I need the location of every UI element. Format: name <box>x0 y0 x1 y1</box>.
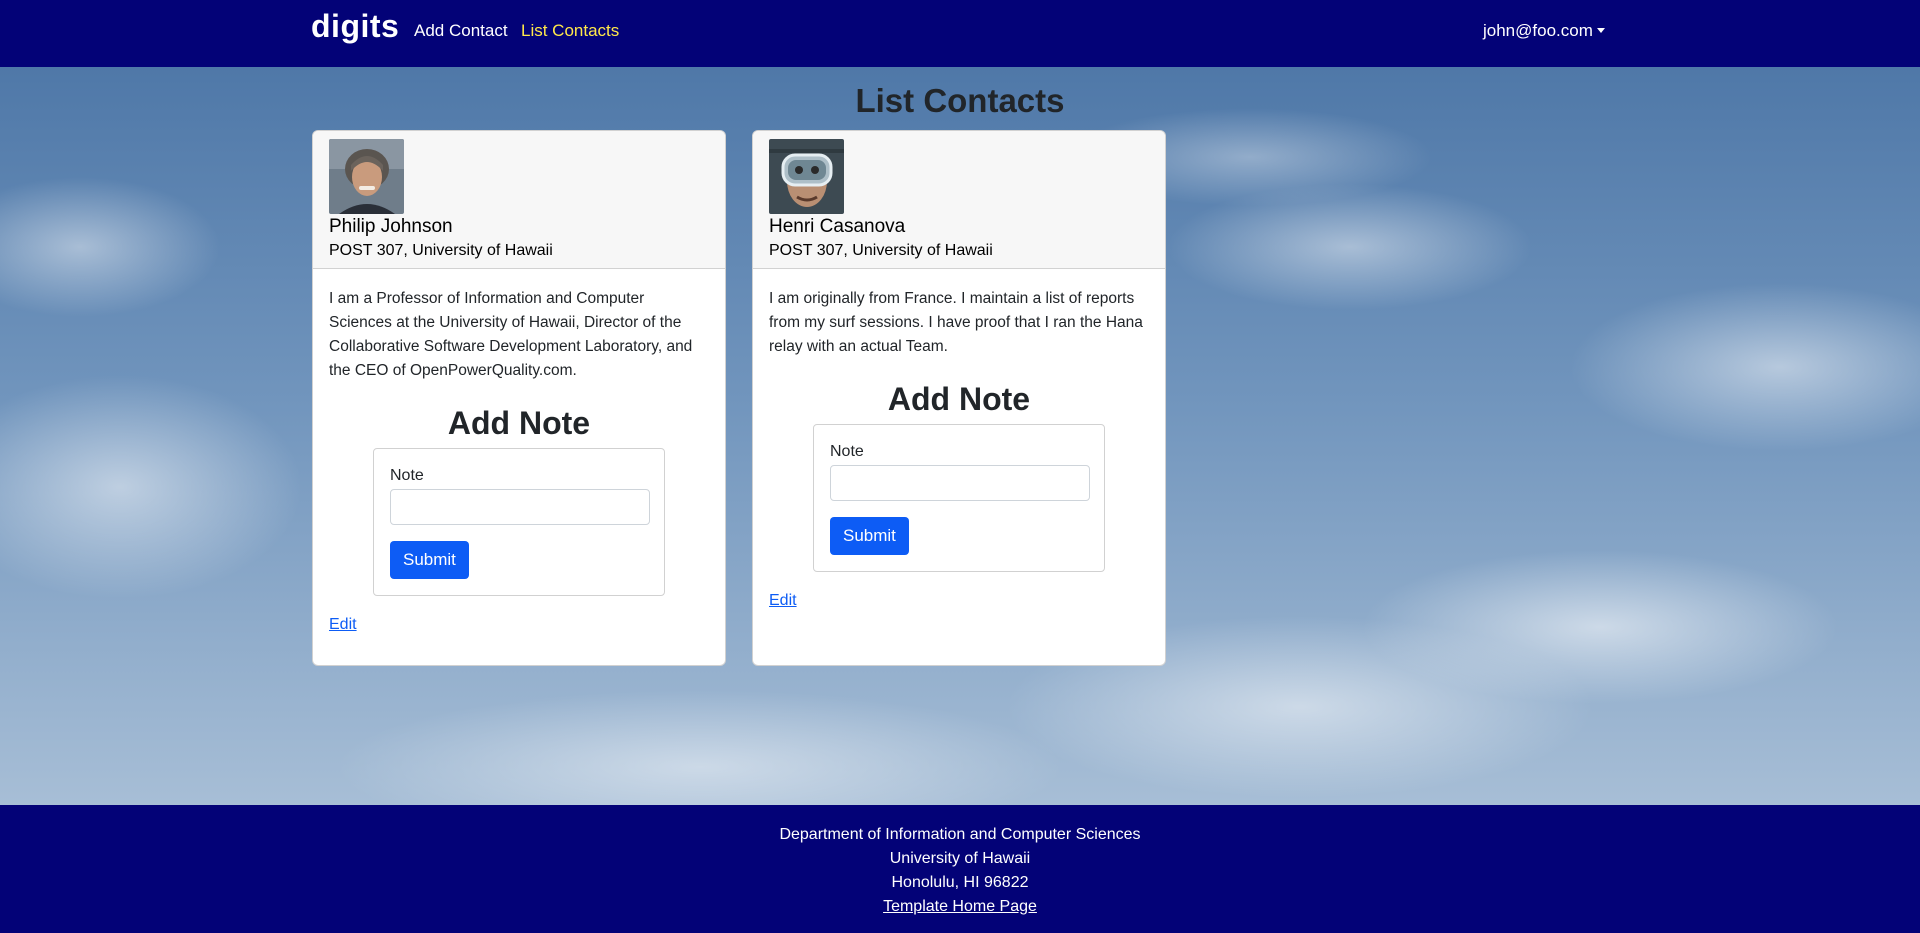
top-navbar: digits Add Contact List Contacts john@fo… <box>0 0 1920 67</box>
card-header: Henri Casanova POST 307, University of H… <box>753 131 1165 269</box>
note-input[interactable] <box>390 489 650 525</box>
add-note-title: Add Note <box>447 405 591 441</box>
caret-down-icon <box>1596 28 1605 33</box>
contact-name: Philip Johnson <box>329 216 453 237</box>
edit-link[interactable]: Edit <box>329 616 357 634</box>
card-body: I am a Professor of Information and Comp… <box>313 269 725 634</box>
user-email: john@foo.com <box>1483 21 1593 40</box>
edit-link[interactable]: Edit <box>769 592 797 610</box>
contact-description: I am a Professor of Information and Comp… <box>329 290 693 379</box>
portrait-photo-icon <box>329 139 404 214</box>
note-label: Note <box>390 467 424 484</box>
add-note-title: Add Note <box>887 381 1031 417</box>
nav-list-contacts[interactable]: List Contacts <box>521 21 619 41</box>
contact-address: POST 307, University of Hawaii <box>329 242 553 259</box>
brand-logo[interactable]: digits <box>311 8 399 45</box>
add-note-form: Note Submit <box>813 424 1105 572</box>
footer-text: Department of Information and Computer S… <box>0 805 1920 919</box>
add-note-form: Note Submit <box>373 448 665 596</box>
note-input[interactable] <box>830 465 1090 501</box>
template-home-link[interactable]: Template Home Page <box>883 898 1037 915</box>
card-header: Philip Johnson POST 307, University of H… <box>313 131 725 269</box>
contact-address: POST 307, University of Hawaii <box>769 242 993 259</box>
portrait-photo-icon <box>769 139 844 214</box>
footer-university: University of Hawaii <box>889 850 1031 867</box>
contact-description: I am originally from France. I maintain … <box>769 290 1143 355</box>
footer-department: Department of Information and Computer S… <box>779 826 1141 843</box>
avatar <box>329 139 404 214</box>
contact-card: Henri Casanova POST 307, University of H… <box>752 130 1166 666</box>
note-label: Note <box>830 443 864 460</box>
submit-button[interactable]: Submit <box>390 541 469 579</box>
page-title: List Contacts <box>855 82 1065 119</box>
nav-add-contact[interactable]: Add Contact <box>414 21 508 41</box>
user-dropdown[interactable]: john@foo.com <box>1483 21 1605 41</box>
card-body: I am originally from France. I maintain … <box>753 269 1165 610</box>
avatar <box>769 139 844 214</box>
footer-address: Honolulu, HI 96822 <box>891 874 1029 891</box>
submit-button[interactable]: Submit <box>830 517 909 555</box>
sky-background: List Contacts Philip Johnson POST 307, U… <box>0 67 1920 805</box>
contact-name: Henri Casanova <box>769 216 906 237</box>
contact-card: Philip Johnson POST 307, University of H… <box>312 130 726 666</box>
footer: Department of Information and Computer S… <box>0 805 1920 933</box>
